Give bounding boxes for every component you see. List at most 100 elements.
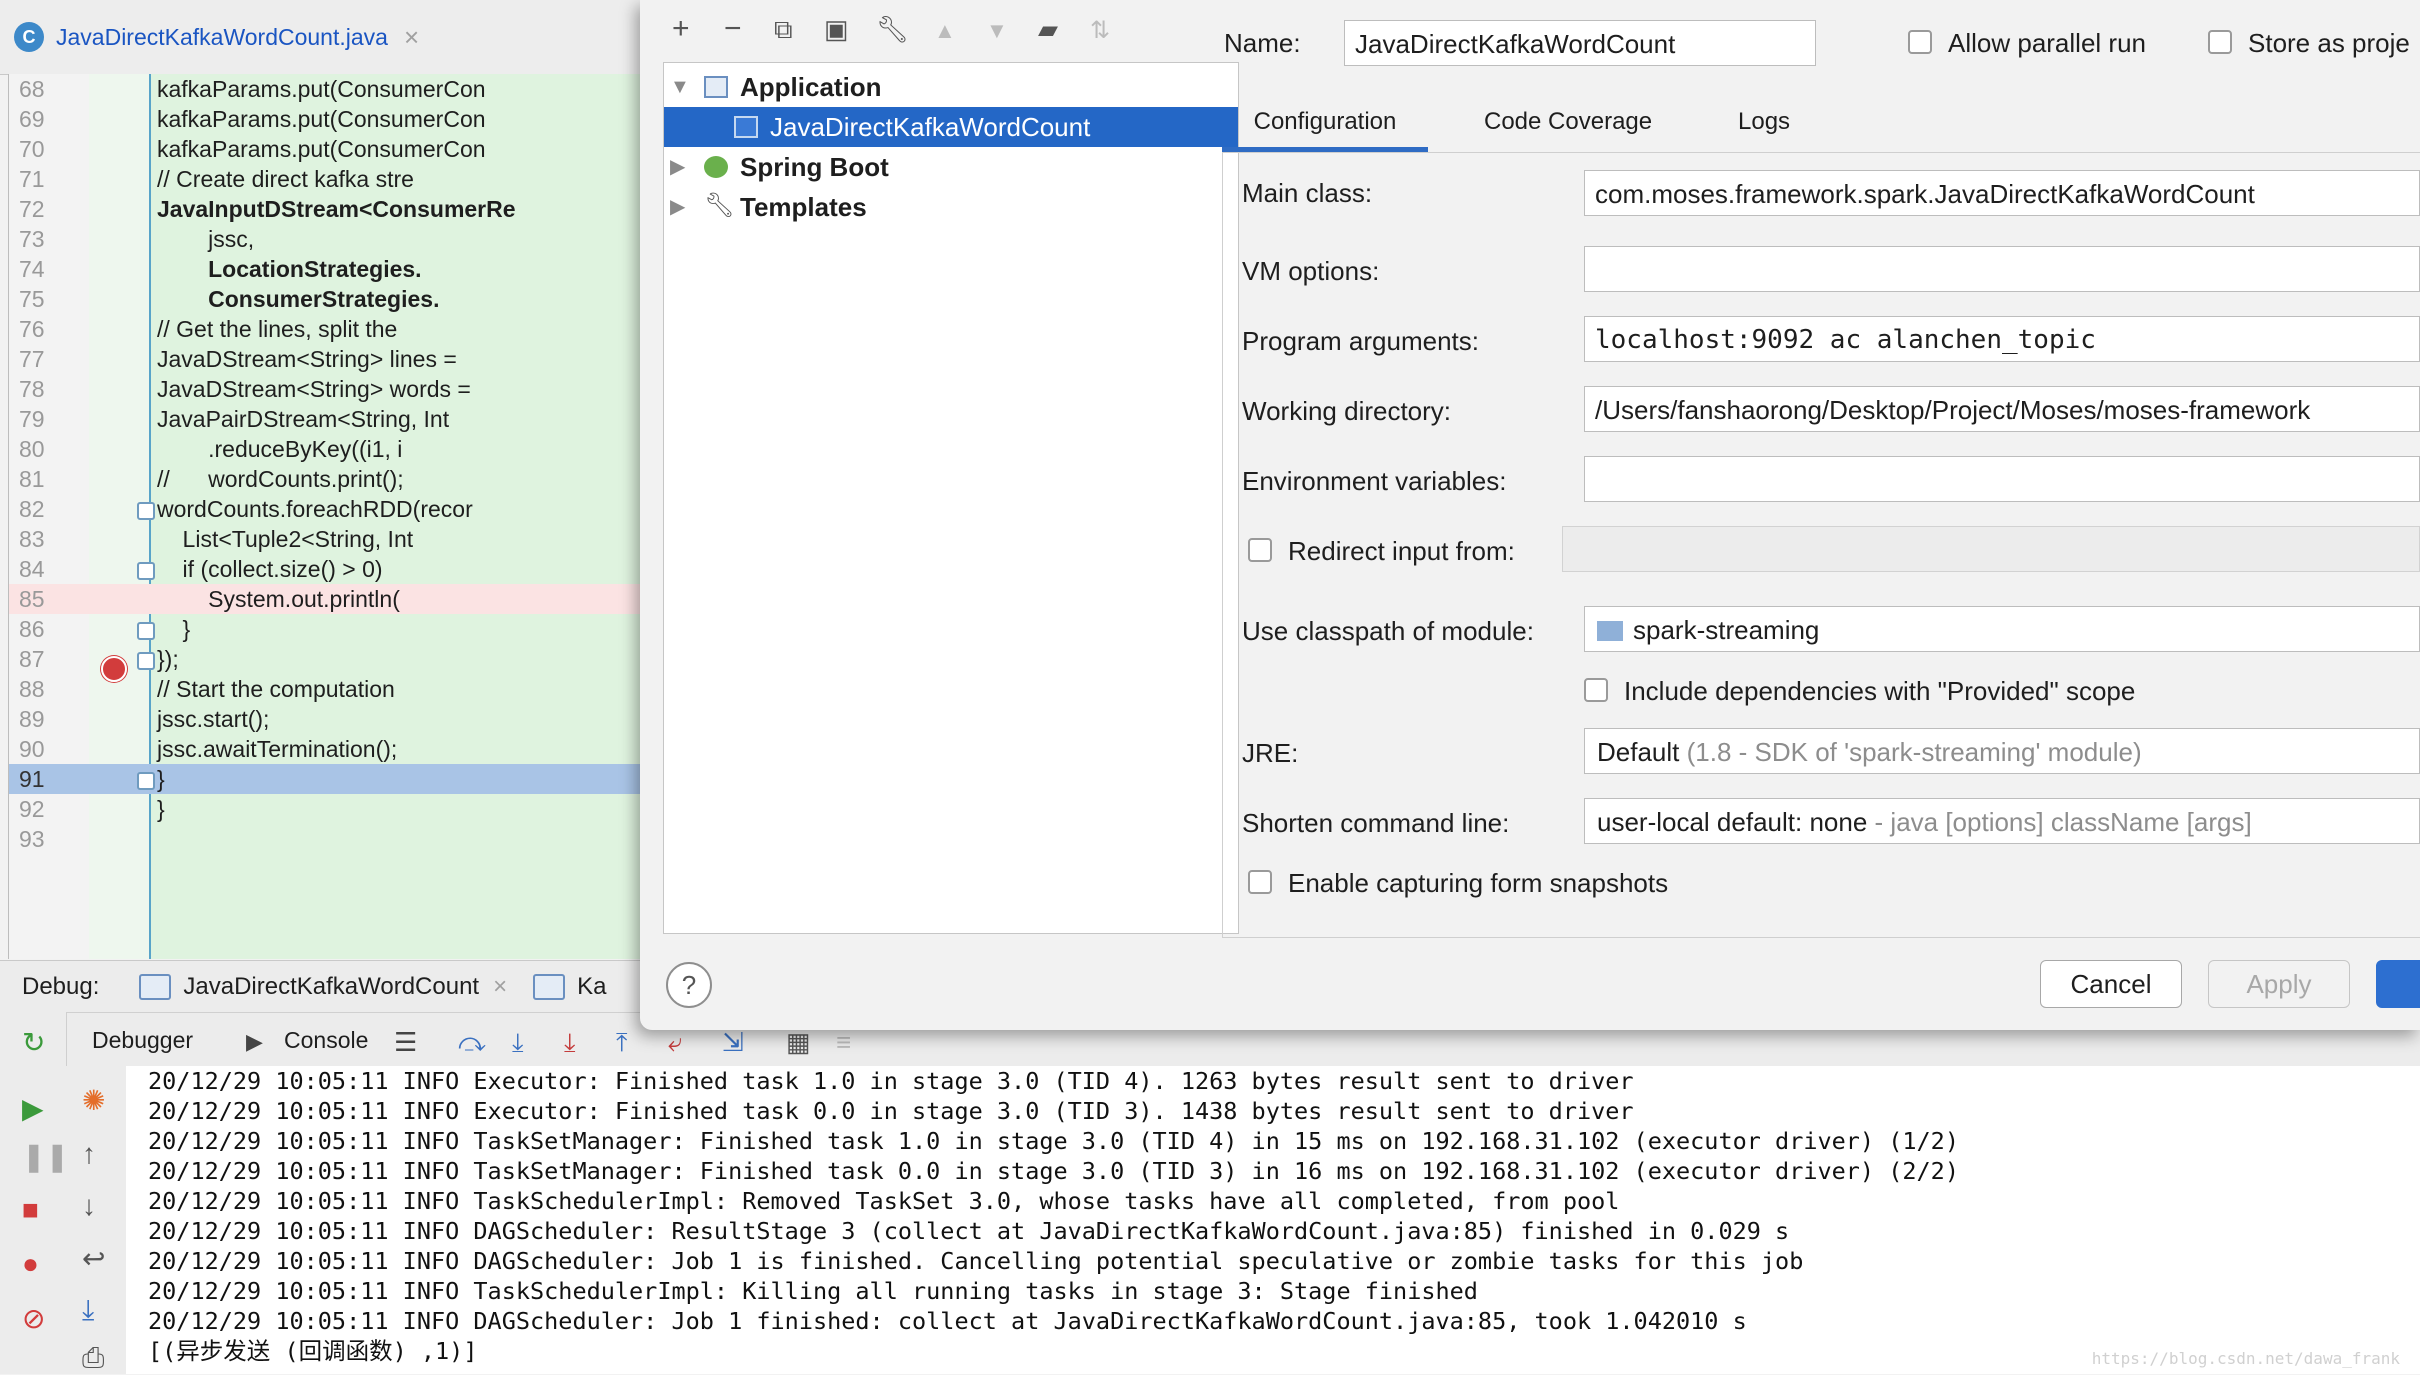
- move-up-icon[interactable]: ▲: [934, 18, 956, 44]
- collapse-icon[interactable]: ▶: [670, 187, 685, 227]
- shorten-command-line-select[interactable]: user-local default: none - java [options…: [1584, 798, 2420, 844]
- tab-debugger[interactable]: Debugger: [92, 1027, 193, 1054]
- folder-icon[interactable]: ▰: [1038, 14, 1058, 45]
- step-over-icon[interactable]: ⤼: [458, 1027, 486, 1059]
- working-directory-input[interactable]: /Users/fanshaorong/Desktop/Project/Moses…: [1584, 386, 2420, 432]
- debug-session-tab[interactable]: JavaDirectKafkaWordCount ×: [139, 973, 533, 1001]
- ok-button[interactable]: [2376, 960, 2420, 1008]
- cancel-button[interactable]: Cancel: [2040, 960, 2182, 1008]
- run-to-cursor-icon[interactable]: ⇲: [722, 1027, 744, 1058]
- fold-icon[interactable]: [137, 562, 155, 580]
- save-icon[interactable]: ▣: [824, 14, 849, 45]
- program-arguments-label: Program arguments:: [1242, 326, 1479, 356]
- close-icon[interactable]: ×: [493, 973, 507, 1001]
- move-down-icon[interactable]: ▼: [986, 18, 1008, 44]
- tab-code-coverage[interactable]: Code Coverage: [1484, 102, 1652, 152]
- soft-wrap-icon[interactable]: ↩: [82, 1242, 105, 1275]
- application-icon: [734, 116, 758, 138]
- code-editor[interactable]: 68 kafkaParams.put(ConsumerCon 69 kafkaPar…: [8, 74, 641, 959]
- code-line: 79 JavaPairDStream<String, Int: [19, 406, 450, 432]
- tab-configuration[interactable]: Configuration: [1222, 102, 1428, 152]
- main-class-label: Main class:: [1242, 178, 1373, 208]
- wrench-icon[interactable]: 🔧︎: [876, 14, 909, 45]
- fold-icon[interactable]: [137, 652, 155, 670]
- store-as-project-checkbox[interactable]: [2208, 30, 2232, 54]
- name-input[interactable]: JavaDirectKafkaWordCount: [1344, 20, 1816, 66]
- stop-icon[interactable]: ■: [22, 1194, 39, 1226]
- collapse-icon[interactable]: ▶: [670, 147, 685, 187]
- classpath-module-value: spark-streaming: [1633, 615, 1820, 645]
- redirect-input-field[interactable]: [1562, 526, 2420, 572]
- tree-toolbar: + − ⧉ ▣ 🔧︎ ▲ ▼ ▰ ⇅: [640, 0, 1200, 60]
- up-arrow-icon[interactable]: ↑: [82, 1138, 96, 1170]
- tree-item-application[interactable]: ▼ Application: [664, 67, 1238, 107]
- tree-item-javadirectkafkawordcount[interactable]: JavaDirectKafkaWordCount: [664, 107, 1238, 147]
- redirect-input-checkbox[interactable]: [1248, 538, 1272, 562]
- console-line: 20/12/29 10:05:11 INFO TaskSetManager: F…: [148, 1127, 1959, 1155]
- step-out-icon[interactable]: ⤒: [616, 1027, 628, 1059]
- include-provided-checkbox[interactable]: [1584, 678, 1608, 702]
- console-line: 20/12/29 10:05:11 INFO Executor: Finishe…: [148, 1097, 1634, 1125]
- current-line: 91}: [9, 764, 641, 794]
- environment-variables-label: Environment variables:: [1242, 466, 1507, 496]
- help-button[interactable]: ?: [666, 962, 712, 1008]
- debug-label: Debug:: [22, 973, 100, 1000]
- editor-tab-title: JavaDirectKafkaWordCount.java: [56, 23, 388, 50]
- allow-parallel-label: Allow parallel run: [1948, 28, 2146, 58]
- view-breakpoints-icon[interactable]: ●: [22, 1248, 39, 1280]
- copy-icon[interactable]: ⧉: [774, 14, 793, 46]
- allow-parallel-checkbox[interactable]: [1908, 30, 1932, 54]
- fold-icon[interactable]: [137, 502, 155, 520]
- vm-options-input[interactable]: [1584, 246, 2420, 292]
- mute-breakpoints-icon[interactable]: ⊘: [22, 1302, 45, 1335]
- pause-icon[interactable]: ❚❚: [22, 1140, 69, 1173]
- editor-tab[interactable]: C JavaDirectKafkaWordCount.java ×: [14, 14, 419, 60]
- code-line: 76// Get the lines, split the: [19, 316, 398, 342]
- debug-session-tab-2[interactable]: Ka: [533, 973, 606, 1001]
- breakpoint-icon[interactable]: [101, 656, 127, 682]
- tab-logs[interactable]: Logs: [1738, 102, 1790, 152]
- tree-item-spring-boot[interactable]: ▶ Spring Boot: [664, 147, 1238, 187]
- fold-icon[interactable]: [137, 622, 155, 640]
- tree-item-templates[interactable]: ▶ 🔧︎ Templates: [664, 187, 1238, 227]
- step-into-icon[interactable]: ⤓: [512, 1027, 524, 1059]
- environment-variables-input[interactable]: [1584, 456, 2420, 502]
- working-directory-label: Working directory:: [1242, 396, 1452, 426]
- print-icon[interactable]: ⎙: [82, 1342, 104, 1375]
- console-output[interactable]: 20/12/29 10:05:11 INFO Executor: Finishe…: [126, 1066, 2420, 1374]
- remove-icon[interactable]: −: [724, 12, 742, 46]
- program-arguments-input[interactable]: localhost:9092 ac alanchen_topic: [1584, 316, 2420, 362]
- down-arrow-icon[interactable]: ↓: [82, 1190, 96, 1222]
- code-line: 84 if (collect.size() > 0): [19, 556, 383, 582]
- add-icon[interactable]: +: [672, 12, 690, 46]
- fold-icon[interactable]: [137, 772, 155, 790]
- capture-snapshots-checkbox[interactable]: [1248, 870, 1272, 894]
- classpath-module-select[interactable]: spark-streaming: [1584, 606, 2420, 652]
- jre-value: Default: [1597, 737, 1680, 767]
- close-icon[interactable]: ×: [404, 22, 419, 53]
- jre-select[interactable]: Default (1.8 - SDK of 'spark-streaming' …: [1584, 728, 2420, 774]
- code-line: 75 ConsumerStrategies.: [19, 286, 440, 312]
- rerun-icon[interactable]: ↻: [22, 1026, 45, 1059]
- module-folder-icon: [1597, 621, 1623, 641]
- apply-button[interactable]: Apply: [2208, 960, 2350, 1008]
- resume-icon[interactable]: ▶: [22, 1092, 44, 1125]
- trace-icon[interactable]: ≡: [836, 1027, 851, 1058]
- watermark: https://blog.csdn.net/dawa_frank: [2091, 1349, 2400, 1368]
- debug-settings-icon[interactable]: ✺: [82, 1084, 105, 1117]
- sort-icon[interactable]: ⇅: [1090, 16, 1110, 45]
- drop-frame-icon[interactable]: ⤶: [668, 1027, 683, 1059]
- configuration-tree[interactable]: ▼ Application JavaDirectKafkaWordCount ▶…: [663, 62, 1239, 934]
- menu-icon[interactable]: ☰: [394, 1027, 417, 1058]
- console-line: 20/12/29 10:05:11 INFO DAGScheduler: Job…: [148, 1307, 1747, 1335]
- code-line: 69 kafkaParams.put(ConsumerCon: [19, 106, 486, 132]
- wrench-icon: 🔧︎: [704, 192, 735, 219]
- main-class-input[interactable]: com.moses.framework.spark.JavaDirectKafk…: [1584, 170, 2420, 216]
- tab-console[interactable]: Console: [284, 1027, 368, 1054]
- evaluate-icon[interactable]: ▦: [786, 1027, 811, 1058]
- expand-icon[interactable]: ▼: [670, 67, 690, 107]
- code-line: 89 jssc.start();: [19, 706, 270, 732]
- code-line: 83 List<Tuple2<String, Int: [19, 526, 414, 552]
- scroll-to-end-icon[interactable]: ⤓: [82, 1294, 94, 1327]
- force-step-into-icon[interactable]: ⤓: [564, 1027, 576, 1059]
